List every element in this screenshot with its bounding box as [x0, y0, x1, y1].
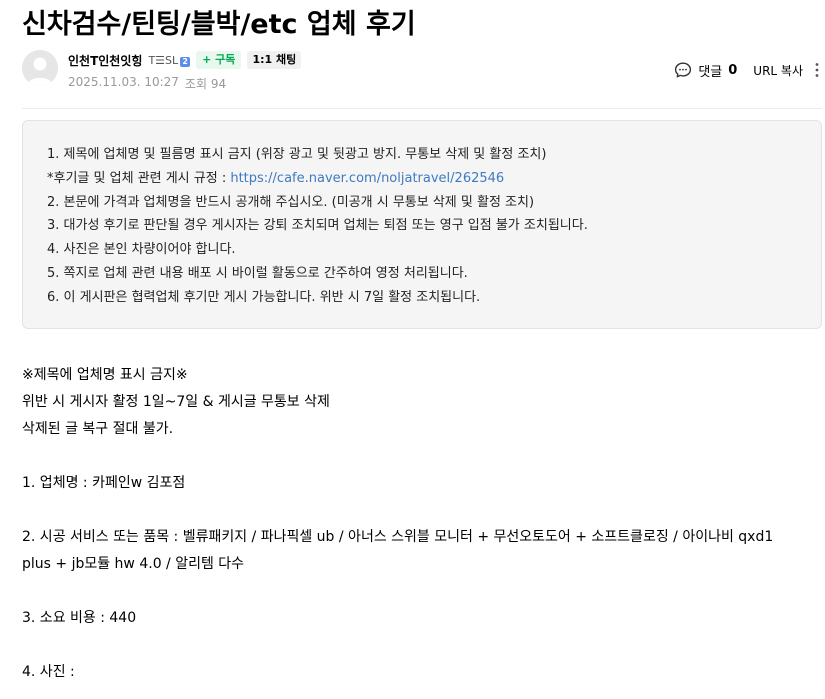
body-paragraph: 삭제된 글 복구 절대 불가.	[22, 421, 174, 437]
notice-rule-prefix: *후기글 및 업체 관련 게시 규정 :	[47, 170, 231, 186]
default-profile-icon	[22, 50, 58, 86]
view-count: 조회 94	[184, 77, 227, 91]
article-title: 신차검수/틴팅/블박/etc 업체 후기	[22, 9, 416, 40]
notice-line: 2. 본문에 가격과 업체명을 반드시 공개해 주십시오. (미공개 시 무통보…	[47, 194, 535, 210]
header-divider	[22, 108, 822, 109]
review-cost: 3. 소요 비용 : 440	[22, 610, 137, 626]
member-grade: T☰SL 2	[148, 53, 191, 67]
notice-line: 3. 대가성 후기로 판단될 경우 게시자는 강퇴 조치되며 업체는 퇴점 또는…	[47, 218, 588, 234]
chat-button[interactable]: 1:1 채팅	[247, 51, 302, 69]
notice-line: *후기글 및 업체 관련 게시 규정 : https://cafe.naver.…	[47, 167, 821, 191]
notice-line: 1. 제목에 업체명 및 필름명 표시 금지 (위장 광고 및 뒷광고 방지. …	[47, 147, 547, 162]
notice-line: 4. 사진은 본인 차량이어야 합니다.	[47, 242, 236, 258]
author-row: 인천T인천잇힝 T☰SL 2 + 구독 1:1 채팅	[68, 51, 302, 69]
more-vertical-icon	[815, 63, 819, 77]
body-paragraph: 위반 시 게시자 활정 1일~7일 & 게시글 무통보 삭제	[22, 394, 330, 410]
body-paragraph: ※제목에 업체명 표시 금지※	[22, 367, 188, 383]
article-meta: 2025.11.03. 10:27 조회 94	[68, 75, 226, 92]
board-rules-notice: 1. 제목에 업체명 및 필름명 표시 금지 (위장 광고 및 뒷광고 방지. …	[22, 120, 822, 329]
url-copy-button[interactable]: URL 복사	[753, 62, 803, 79]
author-avatar[interactable]	[22, 50, 58, 86]
grade-level-icon: 2	[180, 56, 191, 67]
post-datetime: 2025.11.03. 10:27	[68, 75, 179, 89]
subscribe-button[interactable]: + 구독	[196, 51, 242, 69]
notice-line: 6. 이 게시판은 협력업체 후기만 게시 가능합니다. 위반 시 7일 활정 …	[47, 289, 481, 305]
comment-label: 댓글	[698, 64, 723, 80]
comment-count: 0	[728, 62, 738, 78]
rules-link[interactable]: https://cafe.naver.com/noljatravel/26254…	[230, 171, 504, 186]
review-service-items-cont: plus + jb모듈 hw 4.0 / 알리템 다수	[22, 556, 245, 572]
review-photos-label: 4. 사진 :	[22, 664, 75, 680]
member-grade-label: T☰SL	[148, 53, 179, 67]
author-nickname[interactable]: 인천T인천잇힝	[68, 52, 142, 69]
article-body: ※제목에 업체명 표시 금지※ 위반 시 게시자 활정 1일~7일 & 게시글 …	[22, 362, 822, 686]
article-page: 신차검수/틴팅/블박/etc 업체 후기 인천T인천잇힝 T☰SL 2 + 구독 …	[0, 0, 825, 699]
review-service-items: 2. 시공 서비스 또는 품목 : 벨류패키지 / 파나픽셀 ub / 아너스 …	[22, 529, 774, 545]
article-tools: 댓글 0 URL 복사	[674, 60, 825, 80]
comment-bubble-icon	[675, 62, 692, 78]
comment-button[interactable]: 댓글 0	[674, 61, 737, 80]
notice-line: 5. 쪽지로 업체 관련 내용 배포 시 바이럴 활동으로 간주하여 영정 처리…	[47, 265, 468, 281]
more-options-button[interactable]	[809, 62, 825, 78]
review-shop-name: 1. 업체명 : 카페인w 김포점	[22, 475, 186, 491]
